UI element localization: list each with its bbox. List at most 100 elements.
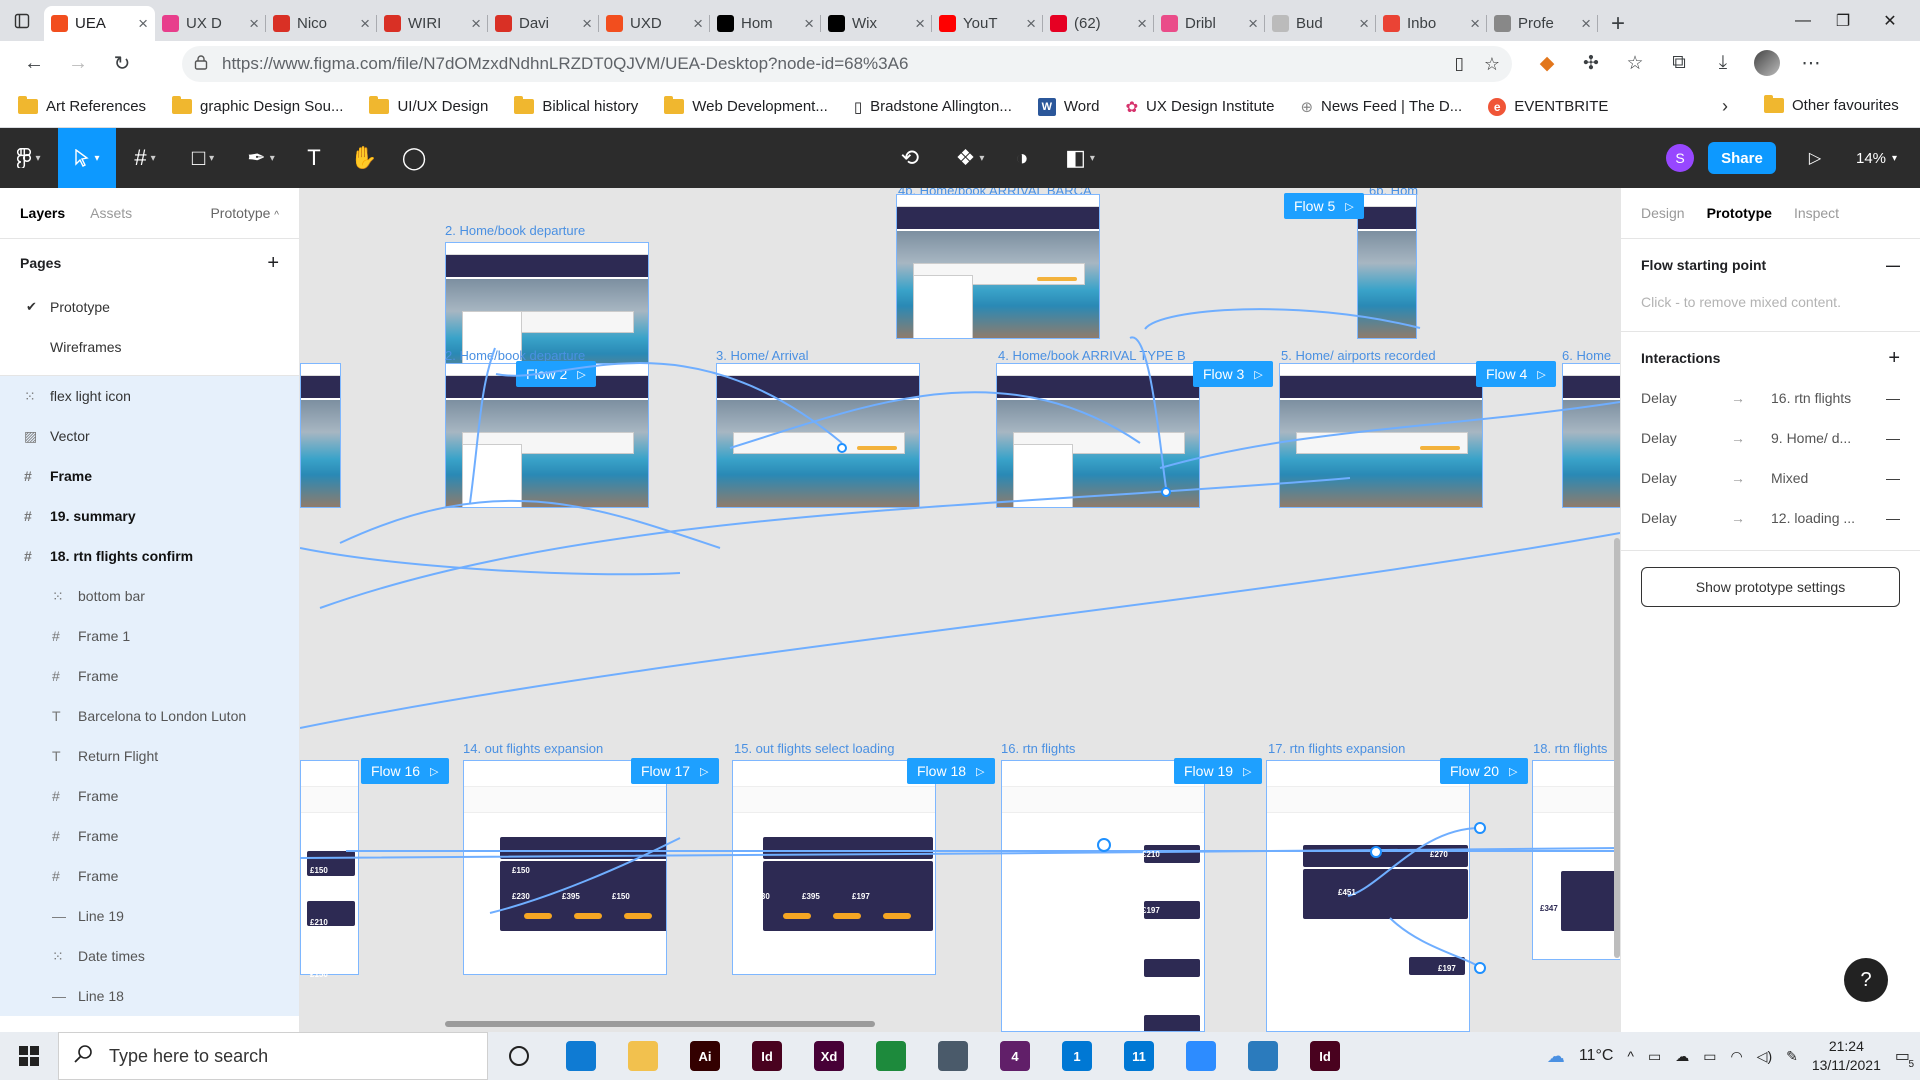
browser-tab[interactable]: WIRI ×: [377, 6, 488, 41]
browser-tab[interactable]: (62) ×: [1043, 6, 1154, 41]
hand-tool-icon[interactable]: ✋: [338, 128, 390, 188]
show-prototype-settings-button[interactable]: Show prototype settings: [1641, 567, 1900, 607]
layer-row[interactable]: ▨ Vector: [0, 416, 299, 456]
extensions-icon[interactable]: ✣: [1574, 46, 1608, 80]
bookmark-item[interactable]: Art References: [18, 96, 146, 115]
interaction-row[interactable]: Delay → 16. rtn flights —: [1641, 378, 1900, 418]
forward-button[interactable]: →: [56, 46, 100, 82]
mail-icon[interactable]: 1: [1046, 1032, 1108, 1080]
collections-icon[interactable]: ⧉: [1662, 46, 1696, 80]
back-button[interactable]: ←: [12, 46, 56, 82]
close-window-button[interactable]: ✕: [1860, 0, 1920, 41]
remove-interaction-icon[interactable]: —: [1880, 470, 1900, 486]
xd-icon[interactable]: Xd: [798, 1032, 860, 1080]
horizontal-scrollbar[interactable]: [445, 1021, 875, 1027]
layer-row[interactable]: ⁙ bottom bar: [0, 576, 299, 616]
tab-prototype[interactable]: Prototype: [1707, 205, 1772, 221]
downloads-icon[interactable]: ⤓: [1706, 46, 1740, 80]
weather-temp[interactable]: 11°C: [1579, 1047, 1614, 1065]
layer-row[interactable]: ⁙ flex light icon: [0, 376, 299, 416]
boolean-ops-icon[interactable]: ◧ ▾: [1054, 128, 1106, 188]
onedrive-icon[interactable]: ☁: [1675, 1048, 1689, 1065]
close-tab-icon[interactable]: ×: [582, 15, 592, 32]
bookmark-item[interactable]: graphic Design Sou...: [172, 96, 343, 115]
bookmark-item[interactable]: ▯ Bradstone Allington...: [854, 98, 1012, 116]
new-tab-button[interactable]: +: [1598, 6, 1638, 41]
close-tab-icon[interactable]: ×: [249, 15, 259, 32]
add-favourite-icon[interactable]: ☆: [1484, 54, 1500, 75]
layer-row[interactable]: T Barcelona to London Luton: [0, 696, 299, 736]
bookmark-item[interactable]: UI/UX Design: [369, 96, 488, 115]
camtasia-icon[interactable]: [860, 1032, 922, 1080]
page-item-wireframes[interactable]: Wireframes: [0, 327, 299, 367]
interaction-target[interactable]: 12. loading ...: [1771, 510, 1880, 526]
close-tab-icon[interactable]: ×: [138, 15, 148, 32]
tab-assets[interactable]: Assets: [90, 205, 132, 221]
close-tab-icon[interactable]: ×: [693, 15, 703, 32]
battery-icon[interactable]: ▭: [1703, 1048, 1716, 1065]
reload-button[interactable]: ↻: [100, 46, 144, 82]
interaction-row[interactable]: Delay → 9. Home/ d... —: [1641, 418, 1900, 458]
frame-tool-icon[interactable]: # ▾: [116, 128, 174, 188]
interaction-target[interactable]: Mixed: [1771, 470, 1880, 486]
close-tab-icon[interactable]: ×: [1248, 15, 1258, 32]
slack-icon[interactable]: 4: [984, 1032, 1046, 1080]
reading-view-icon[interactable]: ▯: [1455, 54, 1464, 74]
task-view-icon[interactable]: [488, 1032, 550, 1080]
layer-row[interactable]: — Line 18: [0, 976, 299, 1016]
mask-icon[interactable]: ◑: [1002, 128, 1042, 188]
tab-inspect[interactable]: Inspect: [1794, 205, 1839, 221]
indesign-icon[interactable]: Id: [1294, 1032, 1356, 1080]
layer-row[interactable]: # Frame: [0, 456, 299, 496]
add-interaction-icon[interactable]: +: [1888, 347, 1900, 370]
layer-row[interactable]: # Frame: [0, 656, 299, 696]
interaction-row[interactable]: Delay → 12. loading ... —: [1641, 498, 1900, 538]
layer-row[interactable]: # Frame: [0, 776, 299, 816]
lock-icon[interactable]: [194, 54, 208, 74]
comment-tool-icon[interactable]: ◯: [390, 128, 438, 188]
photos-icon[interactable]: [1232, 1032, 1294, 1080]
bookmark-item[interactable]: ⊕ News Feed | The D...: [1300, 98, 1462, 116]
interaction-row[interactable]: Delay → Mixed —: [1641, 458, 1900, 498]
layer-row[interactable]: T Return Flight: [0, 736, 299, 776]
bookmark-item[interactable]: Web Development...: [664, 96, 828, 115]
bookmark-item[interactable]: Biblical history: [514, 96, 638, 115]
present-play-icon[interactable]: ▷: [1800, 142, 1830, 174]
move-tool-icon[interactable]: ▾: [58, 128, 116, 188]
zoom-icon[interactable]: [1170, 1032, 1232, 1080]
remove-interaction-icon[interactable]: —: [1880, 390, 1900, 406]
taskbar-search-input[interactable]: Type here to search: [58, 1032, 488, 1080]
close-tab-icon[interactable]: ×: [471, 15, 481, 32]
browser-tab[interactable]: YouT ×: [932, 6, 1043, 41]
layer-row[interactable]: # Frame 1: [0, 616, 299, 656]
close-tab-icon[interactable]: ×: [804, 15, 814, 32]
other-favourites[interactable]: Other favourites: [1764, 95, 1899, 114]
more-options-icon[interactable]: ⋯: [1794, 46, 1828, 80]
figma-menu-icon[interactable]: ▾: [0, 128, 58, 188]
close-tab-icon[interactable]: ×: [1359, 15, 1369, 32]
device-icon[interactable]: ▭: [1648, 1048, 1661, 1065]
favourites-icon[interactable]: ☆: [1618, 46, 1652, 80]
component-reset-icon[interactable]: ⟲: [890, 128, 930, 188]
close-tab-icon[interactable]: ×: [1470, 15, 1480, 32]
figma-canvas[interactable]: 2. Home/book departure 4b. Home/book ARR…: [300, 188, 1620, 1032]
browser-tab[interactable]: Bud ×: [1265, 6, 1376, 41]
components-icon[interactable]: ❖ ▾: [944, 128, 996, 188]
pen-icon[interactable]: ✎: [1786, 1048, 1798, 1065]
calculator-icon[interactable]: [922, 1032, 984, 1080]
browser-tab[interactable]: Inbo ×: [1376, 6, 1487, 41]
interaction-trigger[interactable]: Delay: [1641, 510, 1731, 526]
browser-tab[interactable]: UX D ×: [155, 6, 266, 41]
browser-tab[interactable]: Wix ×: [821, 6, 932, 41]
file-explorer-icon[interactable]: [612, 1032, 674, 1080]
zoom-dropdown[interactable]: 14% ▾: [1856, 142, 1897, 174]
indesign-icon[interactable]: Id: [736, 1032, 798, 1080]
layer-row[interactable]: ⁙ Date times: [0, 936, 299, 976]
close-tab-icon[interactable]: ×: [1026, 15, 1036, 32]
remove-interaction-icon[interactable]: —: [1880, 510, 1900, 526]
edge-icon[interactable]: [550, 1032, 612, 1080]
tab-layers[interactable]: Layers: [20, 205, 65, 221]
bookmark-item[interactable]: e EVENTBRITE: [1488, 97, 1608, 116]
browser-tab[interactable]: Profe ×: [1487, 6, 1598, 41]
volume-icon[interactable]: ◁): [1757, 1048, 1772, 1065]
